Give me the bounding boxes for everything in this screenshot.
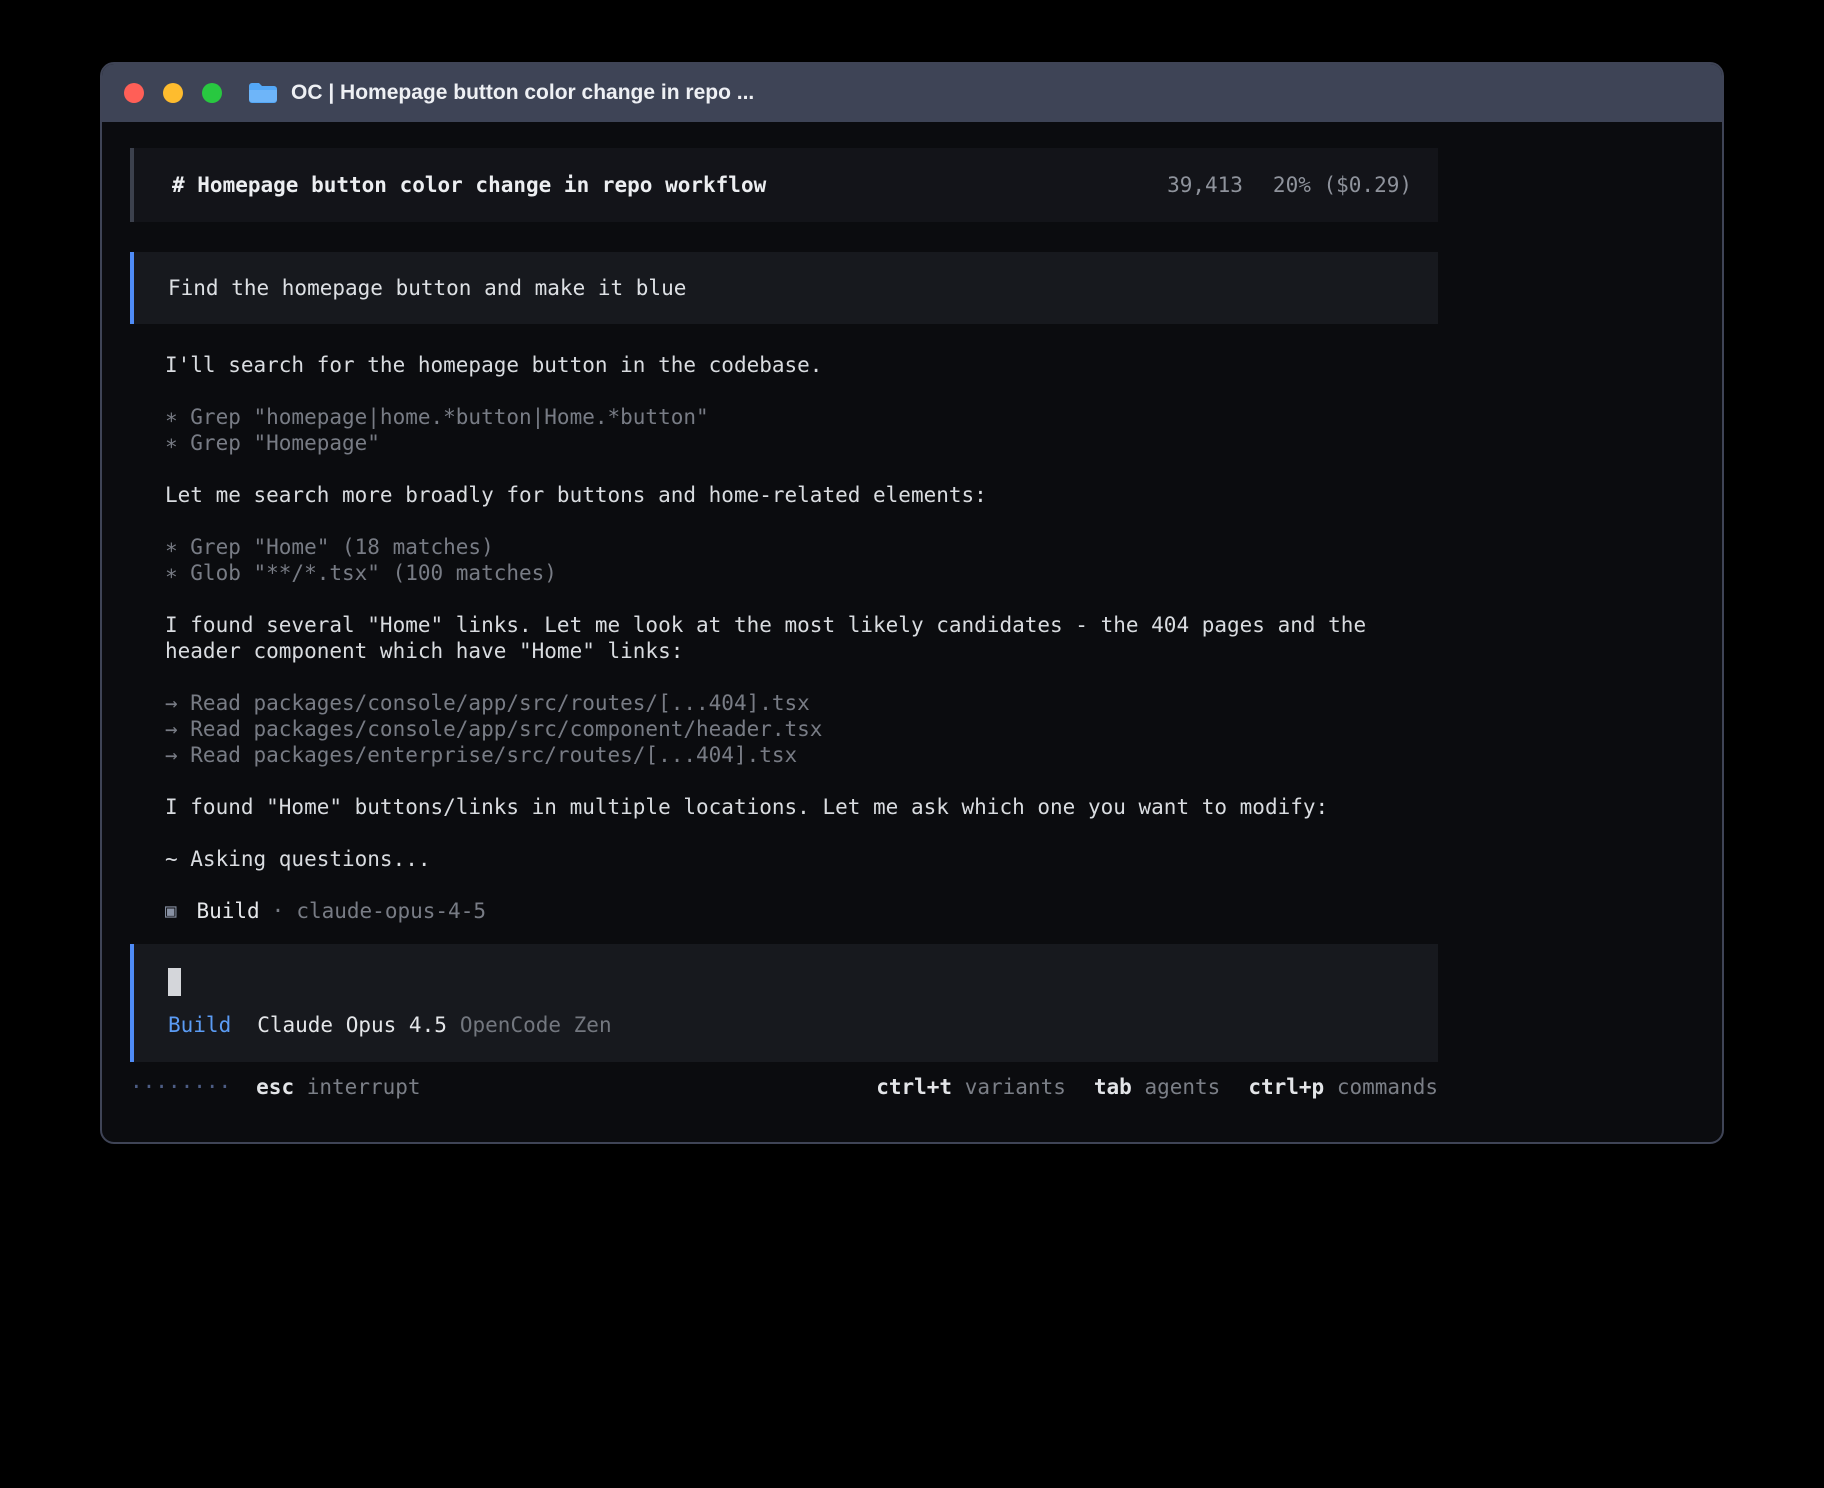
read-call-group: → Read packages/console/app/src/routes/[…	[165, 690, 1438, 768]
model-row: Build Claude Opus 4.5 OpenCode Zen	[168, 1012, 1412, 1038]
agent-name: Build	[196, 898, 259, 924]
provider-indicator: OpenCode Zen	[460, 1012, 612, 1038]
read-call: → Read packages/enterprise/src/routes/[.…	[165, 742, 1438, 768]
mode-indicator: Build	[168, 1012, 231, 1038]
shortcut-agents: tab agents	[1094, 1074, 1220, 1100]
read-call: → Read packages/console/app/src/componen…	[165, 716, 1438, 742]
transcript: I'll search for the homepage button in t…	[130, 352, 1438, 924]
assistant-text: I found several "Home" links. Let me loo…	[165, 612, 1438, 664]
tool-call: ∗ Grep "homepage|home.*button|Home.*butt…	[165, 404, 1438, 430]
tool-call: ∗ Grep "Homepage"	[165, 430, 1438, 456]
shortcut-commands: ctrl+p commands	[1248, 1074, 1438, 1100]
session-header: # Homepage button color change in repo w…	[130, 148, 1438, 222]
statusbar: ········ esc interrupt ctrl+t variants t…	[130, 1074, 1438, 1100]
agent-separator: ·	[272, 898, 285, 924]
shortcut-group: ctrl+t variants tab agents ctrl+p comman…	[876, 1074, 1438, 1100]
agent-status: ▣ Build · claude-opus-4-5	[165, 898, 1438, 924]
spinner: ········	[130, 1074, 231, 1100]
tool-call: ∗ Glob "**/*.tsx" (100 matches)	[165, 560, 1438, 586]
window-title: OC | Homepage button color change in rep…	[291, 81, 754, 105]
traffic-lights	[124, 83, 222, 103]
zoom-button[interactable]	[202, 83, 222, 103]
model-indicator: Claude Opus 4.5	[257, 1012, 447, 1038]
tool-call: ∗ Grep "Home" (18 matches)	[165, 534, 1438, 560]
user-message: Find the homepage button and make it blu…	[130, 252, 1438, 324]
input-area[interactable]: Build Claude Opus 4.5 OpenCode Zen	[130, 944, 1438, 1062]
session-stats: 39,413 20% ($0.29)	[1167, 172, 1412, 198]
token-count: 39,413	[1167, 172, 1243, 198]
assistant-text: I found "Home" buttons/links in multiple…	[165, 794, 1438, 820]
titlebar[interactable]: OC | Homepage button color change in rep…	[102, 64, 1722, 122]
shortcut-variants: ctrl+t variants	[876, 1074, 1066, 1100]
terminal-window: OC | Homepage button color change in rep…	[100, 62, 1724, 1144]
shortcut-esc: esc interrupt	[256, 1074, 420, 1100]
folder-icon	[248, 81, 278, 106]
context-usage: 20% ($0.29)	[1273, 172, 1412, 198]
text-cursor	[168, 968, 181, 996]
read-call: → Read packages/console/app/src/routes/[…	[165, 690, 1438, 716]
close-button[interactable]	[124, 83, 144, 103]
agent-icon: ▣	[165, 898, 176, 924]
assistant-text: Let me search more broadly for buttons a…	[165, 482, 1438, 508]
user-message-text: Find the homepage button and make it blu…	[168, 276, 686, 300]
assistant-text: I'll search for the homepage button in t…	[165, 352, 1438, 378]
tool-call-group: ∗ Grep "Home" (18 matches) ∗ Glob "**/*.…	[165, 534, 1438, 586]
agent-model: claude-opus-4-5	[296, 898, 486, 924]
asking-status: ~ Asking questions...	[165, 846, 1438, 872]
tool-call-group: ∗ Grep "homepage|home.*button|Home.*butt…	[165, 404, 1438, 456]
minimize-button[interactable]	[163, 83, 183, 103]
session-title: # Homepage button color change in repo w…	[172, 172, 766, 198]
